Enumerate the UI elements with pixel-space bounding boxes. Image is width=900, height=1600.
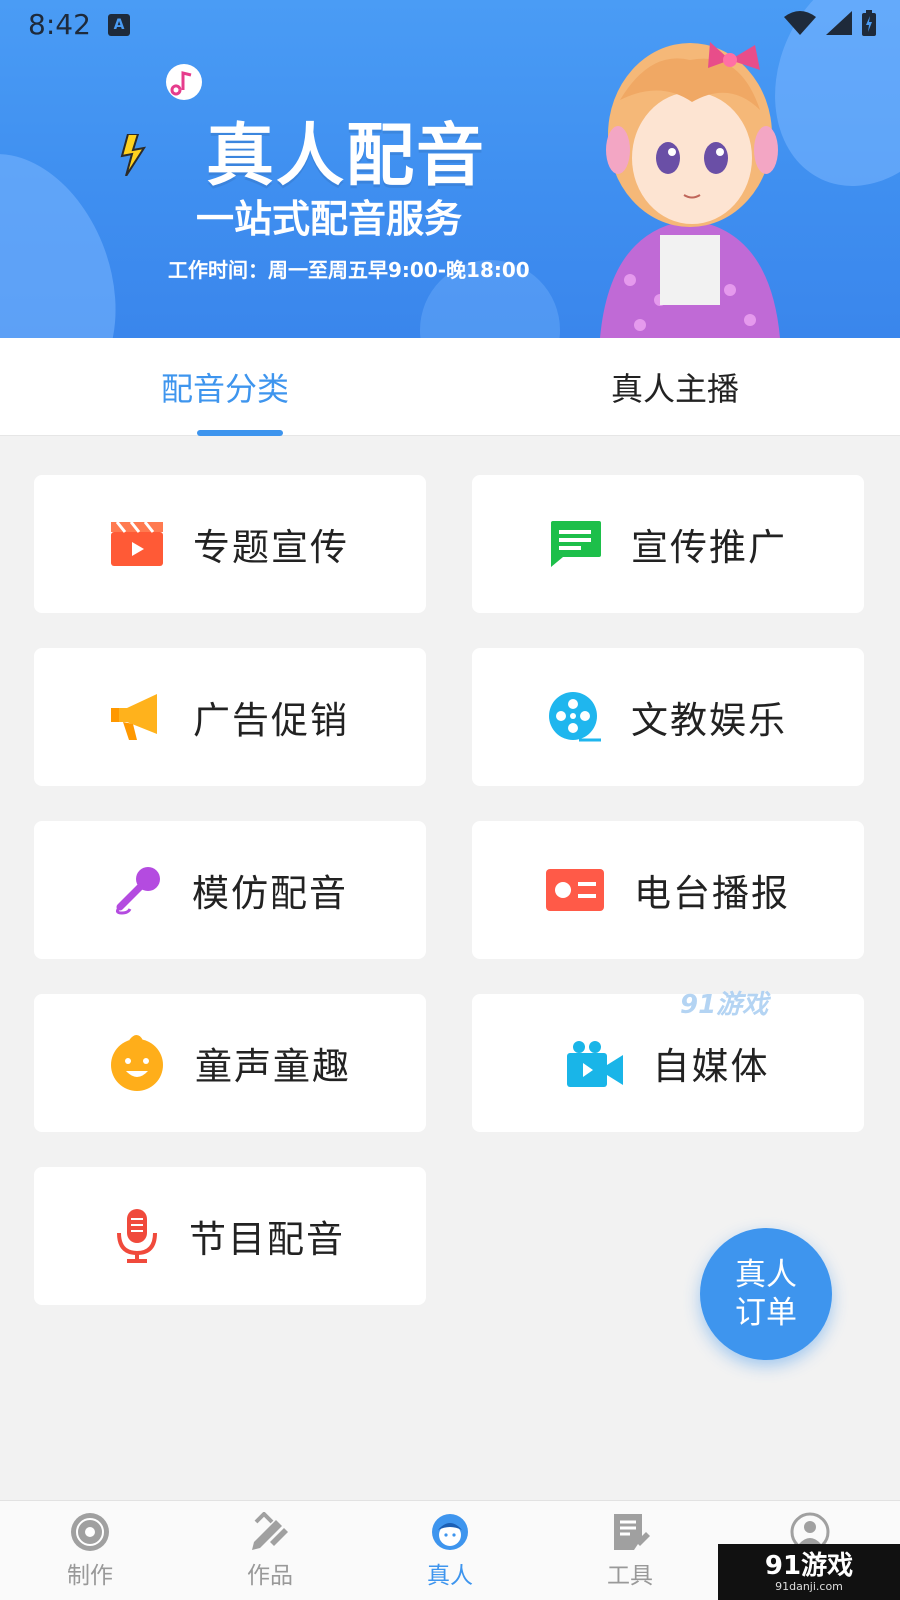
category-label: 文教娱乐 <box>631 699 787 742</box>
tab-live-hosts[interactable]: 真人主播 <box>450 338 900 436</box>
banner-title: 真人配音 <box>206 117 487 196</box>
category-card-ad-promotion[interactable]: 广告促销 <box>34 648 426 786</box>
film-reel-icon <box>549 692 601 742</box>
tab-bar: 配音分类 真人主播 <box>0 338 900 436</box>
child-face-icon <box>111 1035 163 1091</box>
nav-label: 作品 <box>247 1563 293 1589</box>
watermark-main: 91游戏 <box>764 1550 854 1581</box>
pencil-ruler-icon <box>252 1512 288 1550</box>
microphone-icon <box>117 1209 157 1263</box>
radio-card-icon <box>546 869 604 911</box>
tab-label: 配音分类 <box>160 370 289 408</box>
category-card-publicity[interactable]: 宣传推广 <box>472 475 864 613</box>
music-note-icon <box>166 64 202 100</box>
category-card-imitation-dubbing[interactable]: 模仿配音 <box>34 821 426 959</box>
category-label: 宣传推广 <box>631 526 787 569</box>
signal-icon <box>826 11 852 35</box>
anime-girl-illustration <box>600 42 780 338</box>
category-label: 节目配音 <box>189 1218 345 1261</box>
category-card-radio-broadcast[interactable]: 电台播报 <box>472 821 864 959</box>
nav-label: 制作 <box>67 1563 113 1589</box>
tab-label: 真人主播 <box>610 370 739 408</box>
person-icon <box>432 1514 468 1550</box>
category-card-self-media[interactable]: 自媒体 <box>472 994 864 1132</box>
hero-banner[interactable]: 8:42 A 真人配音 一站式配音服务 工作时间：周一至周五早9:00-晚18:… <box>0 0 900 338</box>
banner-subtitle: 一站式配音服务 <box>196 197 463 241</box>
watermark-sub: 91danji.com <box>775 1579 843 1593</box>
tab-dubbing-categories[interactable]: 配音分类 <box>0 338 450 436</box>
nav-item-works[interactable]: 作品 <box>180 1501 360 1600</box>
disc-icon <box>71 1513 109 1551</box>
nav-item-tools[interactable]: 工具 <box>540 1501 720 1600</box>
category-card-kids-voice[interactable]: 童声童趣 <box>34 994 426 1132</box>
category-card-edu-entertainment[interactable]: 文教娱乐 <box>472 648 864 786</box>
nav-label: 工具 <box>607 1563 653 1589</box>
live-order-button[interactable]: 真人订单 <box>700 1228 832 1360</box>
category-label: 广告促销 <box>193 699 349 742</box>
category-label: 自媒体 <box>652 1045 770 1088</box>
video-camera-icon <box>566 1041 623 1087</box>
watermark-corner: 91游戏 91danji.com <box>718 1544 900 1600</box>
category-label: 电台播报 <box>634 872 790 915</box>
active-tab-indicator <box>197 430 283 436</box>
live-order-label: 真人订单 <box>735 1257 797 1331</box>
banner-hours: 工作时间：周一至周五早9:00-晚18:00 <box>168 258 530 282</box>
nav-item-make[interactable]: 制作 <box>0 1501 180 1600</box>
category-label: 童声童趣 <box>195 1045 351 1088</box>
category-card-program-dubbing[interactable]: 节目配音 <box>34 1167 426 1305</box>
clapperboard-icon <box>111 522 163 566</box>
nav-label: 真人 <box>427 1563 473 1589</box>
lightning-icon <box>120 134 146 176</box>
status-time: 8:42 <box>28 8 91 41</box>
category-label: 模仿配音 <box>192 872 348 915</box>
document-tool-icon <box>614 1514 650 1550</box>
category-label: 专题宣传 <box>193 526 349 569</box>
megaphone-icon <box>111 694 157 740</box>
battery-icon <box>862 10 876 36</box>
watermark-logo: 91游戏 <box>680 990 769 1020</box>
nav-item-live[interactable]: 真人 <box>360 1501 540 1600</box>
chat-bubble-icon <box>551 521 601 567</box>
keyboard-indicator-icon: A <box>108 14 130 36</box>
karaoke-mic-icon <box>115 867 160 915</box>
category-card-special-promo[interactable]: 专题宣传 <box>34 475 426 613</box>
